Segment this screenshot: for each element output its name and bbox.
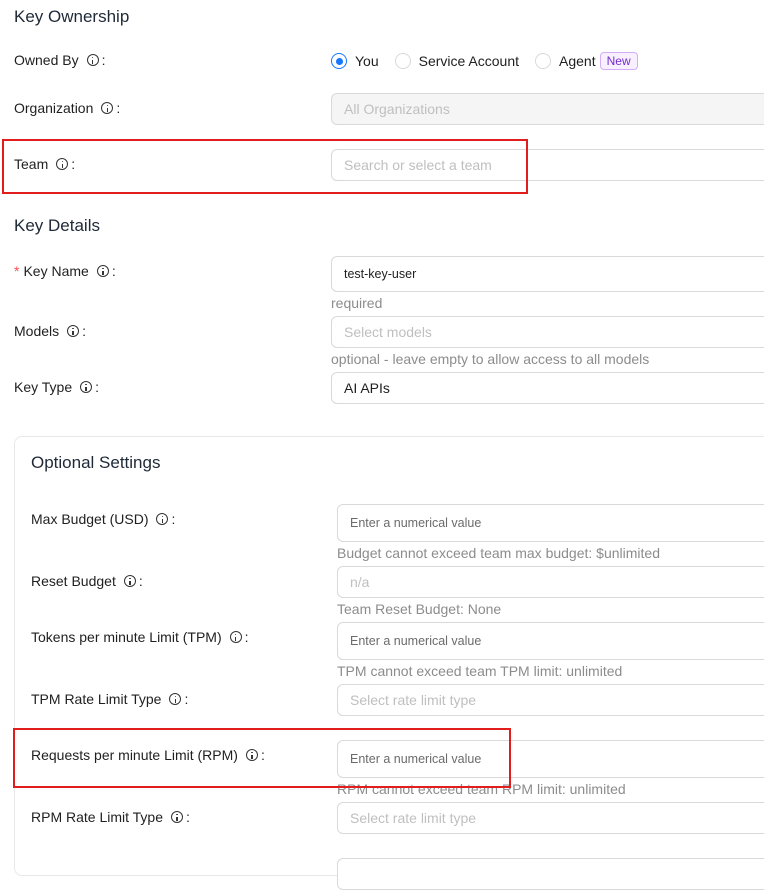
key-details-title: Key Details xyxy=(14,216,100,235)
reset-budget-label: Reset Budget : xyxy=(31,573,143,589)
radio-you-label: You xyxy=(355,53,379,69)
tpm-rate-limit-type-placeholder: Select rate limit type xyxy=(350,692,477,708)
tpm-help: TPM cannot exceed team TPM limit: unlimi… xyxy=(337,663,623,679)
tpm-label-text: Tokens per minute Limit (TPM) xyxy=(31,629,222,645)
rpm-rate-limit-type-placeholder: Select rate limit type xyxy=(350,810,477,826)
rpm-rate-limit-type-label: RPM Rate Limit Type : xyxy=(31,809,190,825)
info-icon[interactable] xyxy=(171,811,184,823)
info-icon[interactable] xyxy=(156,513,169,525)
next-field-input[interactable] xyxy=(337,858,764,890)
info-icon[interactable] xyxy=(86,54,99,66)
info-icon[interactable] xyxy=(245,749,258,761)
key-name-label-text: Key Name xyxy=(23,263,89,279)
tpm-rate-limit-type-label: TPM Rate Limit Type : xyxy=(31,691,189,707)
new-badge: New xyxy=(599,52,638,70)
owned-by-label: Owned By : xyxy=(14,52,106,68)
tpm-input[interactable]: Enter a numerical value xyxy=(337,622,764,660)
key-type-label: Key Type : xyxy=(14,379,100,395)
owned-by-radio-group: You Service Account Agent New xyxy=(331,52,654,70)
max-budget-label-text: Max Budget (USD) xyxy=(31,511,149,527)
radio-checked-icon[interactable] xyxy=(331,53,347,69)
tpm-placeholder: Enter a numerical value xyxy=(350,634,482,648)
info-icon[interactable] xyxy=(80,381,93,393)
max-budget-placeholder: Enter a numerical value xyxy=(350,516,482,530)
rpm-rate-limit-type-select[interactable]: Select rate limit type xyxy=(337,802,764,834)
models-help: optional - leave empty to allow access t… xyxy=(331,351,650,367)
organization-label-text: Organization xyxy=(14,100,94,116)
key-ownership-title: Key Ownership xyxy=(14,7,130,26)
radio-service-account-label: Service Account xyxy=(418,53,520,69)
rpm-label: Requests per minute Limit (RPM) : xyxy=(31,747,265,763)
reset-budget-placeholder: n/a xyxy=(350,574,370,590)
rpm-placeholder: Enter a numerical value xyxy=(350,752,482,766)
info-icon[interactable] xyxy=(169,693,182,705)
team-label-text: Team xyxy=(14,156,49,172)
radio-you[interactable]: You xyxy=(331,53,379,69)
team-placeholder: Search or select a team xyxy=(344,157,492,173)
rpm-rate-limit-type-label-text: RPM Rate Limit Type xyxy=(31,809,164,825)
key-type-value: AI APIs xyxy=(344,380,390,396)
required-mark: * xyxy=(14,263,20,279)
rpm-input[interactable]: Enter a numerical value xyxy=(337,740,764,778)
models-label-text: Models xyxy=(14,323,60,339)
rpm-label-text: Requests per minute Limit (RPM) xyxy=(31,747,238,763)
radio-service-account[interactable]: Service Account xyxy=(394,53,520,69)
owned-by-label-text: Owned By xyxy=(14,52,79,68)
max-budget-help: Budget cannot exceed team max budget: $u… xyxy=(337,545,660,561)
models-placeholder: Select models xyxy=(344,324,432,340)
organization-select[interactable]: All Organizations xyxy=(331,93,764,125)
key-name-label: * Key Name : xyxy=(14,263,116,279)
radio-icon[interactable] xyxy=(535,53,552,69)
team-label: Team : xyxy=(14,156,76,172)
info-icon[interactable] xyxy=(56,158,69,170)
radio-icon[interactable] xyxy=(394,53,411,69)
tpm-rate-limit-type-select[interactable]: Select rate limit type xyxy=(337,684,764,716)
team-select[interactable]: Search or select a team xyxy=(331,149,764,181)
reset-budget-help: Team Reset Budget: None xyxy=(337,601,502,617)
organization-label: Organization : xyxy=(14,100,121,116)
max-budget-input[interactable]: Enter a numerical value xyxy=(337,504,764,542)
info-icon[interactable] xyxy=(123,575,136,587)
radio-agent[interactable]: Agent New xyxy=(535,52,638,70)
key-type-select[interactable]: AI APIs xyxy=(331,372,764,404)
info-icon[interactable] xyxy=(101,102,114,114)
info-icon[interactable] xyxy=(96,265,109,277)
organization-placeholder: All Organizations xyxy=(344,101,450,117)
key-type-label-text: Key Type xyxy=(14,379,73,395)
tpm-label: Tokens per minute Limit (TPM) : xyxy=(31,629,249,645)
key-name-help: required xyxy=(331,295,383,311)
optional-settings-title: Optional Settings xyxy=(31,453,161,472)
radio-agent-label: Agent xyxy=(559,53,596,69)
info-icon[interactable] xyxy=(67,325,80,337)
models-select[interactable]: Select models xyxy=(331,316,764,348)
key-name-input[interactable]: test-key-user xyxy=(331,256,764,292)
models-label: Models : xyxy=(14,323,87,339)
max-budget-label: Max Budget (USD) : xyxy=(31,511,176,527)
reset-budget-select[interactable]: n/a xyxy=(337,566,764,598)
rpm-help: RPM cannot exceed team RPM limit: unlimi… xyxy=(337,781,626,797)
tpm-rate-limit-type-label-text: TPM Rate Limit Type xyxy=(31,691,162,707)
reset-budget-label-text: Reset Budget xyxy=(31,573,116,589)
info-icon[interactable] xyxy=(229,631,242,643)
key-name-value: test-key-user xyxy=(344,267,417,281)
